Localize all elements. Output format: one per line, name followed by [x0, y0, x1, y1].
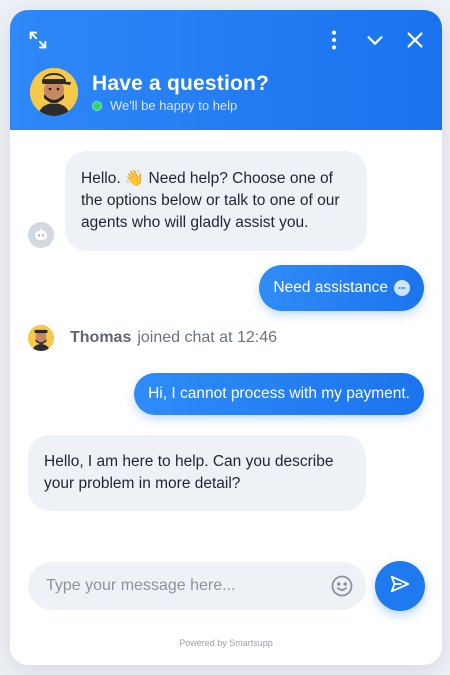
joined-text: joined chat at 12:46	[137, 329, 278, 346]
expand-icon[interactable]	[26, 28, 50, 52]
more-vertical-icon[interactable]	[322, 28, 346, 52]
user-message: Hi, I cannot process with my payment.	[134, 373, 424, 415]
close-icon[interactable]	[403, 28, 427, 52]
agent-name: Thomas	[70, 329, 132, 346]
chat-header: Have a question? We'll be happy to help	[10, 10, 442, 130]
chat-bubble-icon	[394, 280, 410, 296]
message-input[interactable]	[46, 577, 330, 595]
chat-widget: Have a question? We'll be happy to help …	[10, 10, 442, 665]
agent-joined-notice: Thomas joined chat at 12:46	[28, 325, 277, 351]
status-text: We'll be happy to help	[110, 98, 238, 113]
send-icon	[389, 573, 411, 600]
need-assistance-option-button[interactable]: Need assistance	[259, 265, 424, 311]
status-line: We'll be happy to help	[92, 98, 237, 113]
bot-icon	[28, 222, 54, 248]
bot-greeting-message: Hello. 👋 Need help? Choose one of the op…	[65, 151, 367, 251]
chat-title: Have a question?	[92, 72, 270, 95]
smiley-icon[interactable]	[330, 574, 354, 598]
agent-avatar-small	[28, 325, 54, 351]
option-label: Need assistance	[273, 279, 388, 296]
chevron-down-icon[interactable]	[363, 28, 387, 52]
online-status-dot	[92, 100, 102, 111]
powered-by-footer: Powered by Smartsupp	[179, 638, 273, 648]
agent-avatar	[30, 68, 78, 116]
send-button[interactable]	[375, 561, 425, 611]
message-composer	[28, 562, 366, 610]
agent-reply-message: Hello, I am here to help. Can you descri…	[28, 435, 366, 511]
